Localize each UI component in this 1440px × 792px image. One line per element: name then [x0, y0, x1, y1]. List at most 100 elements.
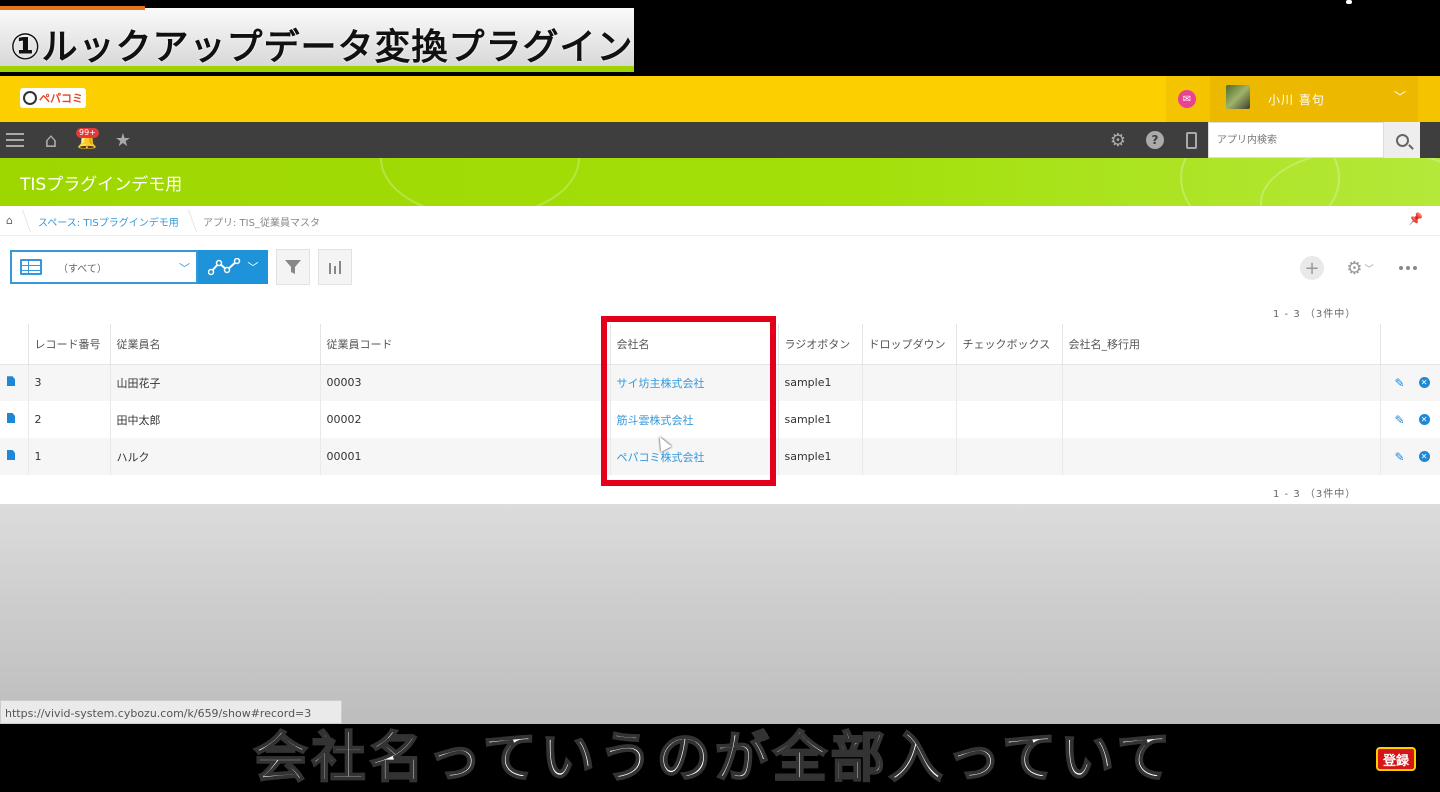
edit-icon[interactable]: ✎ [1395, 413, 1405, 427]
cell-dropdown [861, 438, 956, 475]
cell-employee-code: 00001 [319, 438, 610, 475]
logo-text: ペパコミ [39, 92, 83, 105]
chevron-down-icon: ﹀ [179, 262, 190, 275]
cell-employee-code: 00003 [319, 364, 610, 401]
notification-badge: 99+ [76, 128, 99, 138]
filter-button[interactable] [276, 249, 310, 285]
aggregate-button[interactable] [318, 249, 352, 285]
space-header: TISプラグインデモ用 [0, 158, 1440, 206]
cell-checkbox [955, 438, 1062, 475]
delete-icon[interactable]: ✕ [1418, 414, 1430, 425]
banner-accent [0, 6, 145, 10]
top-indicator-dot [1346, 0, 1352, 4]
pager-top: 1 - 3 （3件中） [1273, 309, 1357, 320]
search-button[interactable] [1384, 122, 1420, 158]
pager-bottom: 1 - 3 （3件中） [1273, 489, 1357, 500]
breadcrumb-space-link[interactable]: スペース: TISプラグインデモ用 [38, 214, 179, 229]
chevron-down-icon: ﹀ [1394, 90, 1407, 104]
cell-record-number: 2 [27, 401, 110, 438]
table-view-icon [20, 259, 42, 275]
cell-company-migration [1061, 364, 1380, 401]
column-header-icon [0, 324, 28, 365]
add-record-button[interactable]: + [1300, 256, 1324, 280]
record-detail-icon[interactable] [7, 450, 15, 460]
company-logo[interactable]: ペパコミ [20, 88, 86, 108]
cell-dropdown [861, 401, 956, 438]
column-header-dropdown[interactable]: ドロップダウン [861, 324, 956, 365]
record-detail-icon[interactable] [7, 376, 15, 387]
status-bar-url: https://vivid-system.cybozu.com/k/659/sh… [0, 700, 342, 724]
home-icon[interactable]: ⌂ [6, 214, 13, 227]
space-title: TISプラグインデモ用 [20, 175, 183, 195]
kintone-app-window: ペパコミ ✉ 小川 喜句 ﹀ ⌂ 🔔 99+ ★ ⚙ ? アプリ内検索 TISプ… [0, 76, 1440, 724]
cell-radio-button: sample1 [777, 438, 862, 475]
nav-right-strip [1420, 122, 1440, 158]
chevron-down-icon: ﹀ [247, 261, 259, 274]
video-subtitle: 会社名っていうのが全部入っていて [0, 724, 1440, 792]
pin-icon[interactable]: 📌 [1408, 212, 1423, 226]
table-row[interactable]: 3 山田花子 00003 サイ坊主株式会社 sample1 ✎ ✕ [0, 364, 1440, 401]
more-options-button[interactable] [1394, 256, 1422, 280]
cell-radio-button: sample1 [777, 364, 862, 401]
column-header-record-number[interactable]: レコード番号 [27, 324, 110, 365]
column-header-company-name[interactable]: 会社名 [609, 324, 778, 365]
delete-icon[interactable]: ✕ [1418, 451, 1430, 462]
cell-checkbox [955, 401, 1062, 438]
cell-company-name-link[interactable]: サイ坊主株式会社 [617, 377, 705, 390]
cell-dropdown [861, 364, 956, 401]
video-frame: ①ルックアップデータ変換プラグイン ペパコミ ✉ 小川 喜句 ﹀ ⌂ 🔔 99+… [0, 0, 1440, 792]
column-header-employee-code[interactable]: 従業員コード [319, 324, 610, 365]
mail-icon[interactable]: ✉ [1178, 90, 1196, 108]
cell-employee-name: 山田花子 [109, 364, 320, 401]
delete-icon[interactable]: ✕ [1418, 377, 1430, 389]
breadcrumb-separator [21, 210, 32, 232]
avatar [1226, 85, 1250, 109]
logo-face-icon [23, 91, 37, 105]
cell-company-migration [1061, 438, 1380, 475]
nav-bar: ⌂ 🔔 99+ ★ ⚙ ? [0, 122, 1440, 158]
video-title-banner: ①ルックアップデータ変換プラグイン [0, 6, 634, 72]
user-menu[interactable]: 小川 喜句 ﹀ [1210, 76, 1418, 122]
app-settings-button[interactable]: ⚙ ﹀ [1340, 256, 1380, 280]
breadcrumb: ⌂ スペース: TISプラグインデモ用 アプリ: TIS_従業員マスタ 📌 [0, 206, 1440, 236]
hamburger-menu-icon[interactable] [4, 122, 26, 158]
cell-company-name-link[interactable]: ペパコミ株式会社 [617, 451, 705, 464]
subscribe-icon[interactable]: 登録 [1376, 747, 1416, 771]
cell-checkbox [955, 364, 1062, 401]
search-icon [1395, 133, 1409, 147]
home-icon[interactable]: ⌂ [40, 122, 62, 158]
table-header-row: レコード番号 従業員名 従業員コード 会社名 ラジオボタン ドロップダウン チェ… [0, 324, 1440, 365]
view-selector[interactable]: （すべて） ﹀ [10, 250, 198, 284]
column-header-company-migration[interactable]: 会社名_移行用 [1061, 324, 1380, 365]
table-row[interactable]: 2 田中太郎 00002 筋斗雲株式会社 sample1 ✎ ✕ [0, 401, 1440, 438]
cell-radio-button: sample1 [777, 401, 862, 438]
user-name: 小川 喜句 [1268, 93, 1325, 107]
cell-employee-name: 田中太郎 [109, 401, 320, 438]
line-graph-icon [207, 258, 240, 276]
bar-chart-icon [329, 261, 341, 274]
search-input[interactable] [1208, 122, 1384, 158]
cell-company-name-link[interactable]: 筋斗雲株式会社 [617, 414, 694, 427]
cell-employee-code: 00002 [319, 401, 610, 438]
records-table: レコード番号 従業員名 従業員コード 会社名 ラジオボタン ドロップダウン チェ… [0, 324, 1440, 475]
column-header-radio-button[interactable]: ラジオボタン [777, 324, 862, 365]
cell-employee-name: ハルク [109, 438, 320, 475]
global-header: ペパコミ ✉ 小川 喜句 ﹀ [0, 76, 1440, 122]
table-row[interactable]: 1 ハルク 00001 ペパコミ株式会社 sample1 ✎ ✕ [0, 438, 1440, 475]
graph-view-button[interactable]: ﹀ [198, 250, 268, 284]
video-subtitle-text: 会社名っていうのが全部入っていて [253, 725, 1175, 790]
view-selector-label: （すべて） [58, 263, 107, 275]
edit-icon[interactable]: ✎ [1395, 450, 1405, 464]
gear-icon[interactable]: ⚙ [1107, 122, 1129, 158]
funnel-icon [285, 260, 301, 274]
cell-record-number: 1 [27, 438, 110, 475]
help-icon[interactable]: ? [1144, 122, 1166, 158]
video-title-text: ①ルックアップデータ変換プラグイン [10, 27, 634, 68]
column-header-employee-name[interactable]: 従業員名 [109, 324, 320, 365]
column-header-checkbox[interactable]: チェックボックス [955, 324, 1062, 365]
cell-record-number: 3 [27, 364, 110, 401]
star-icon[interactable]: ★ [112, 122, 134, 158]
record-detail-icon[interactable] [7, 413, 15, 423]
mobile-icon[interactable] [1180, 122, 1202, 158]
edit-icon[interactable]: ✎ [1395, 376, 1405, 390]
